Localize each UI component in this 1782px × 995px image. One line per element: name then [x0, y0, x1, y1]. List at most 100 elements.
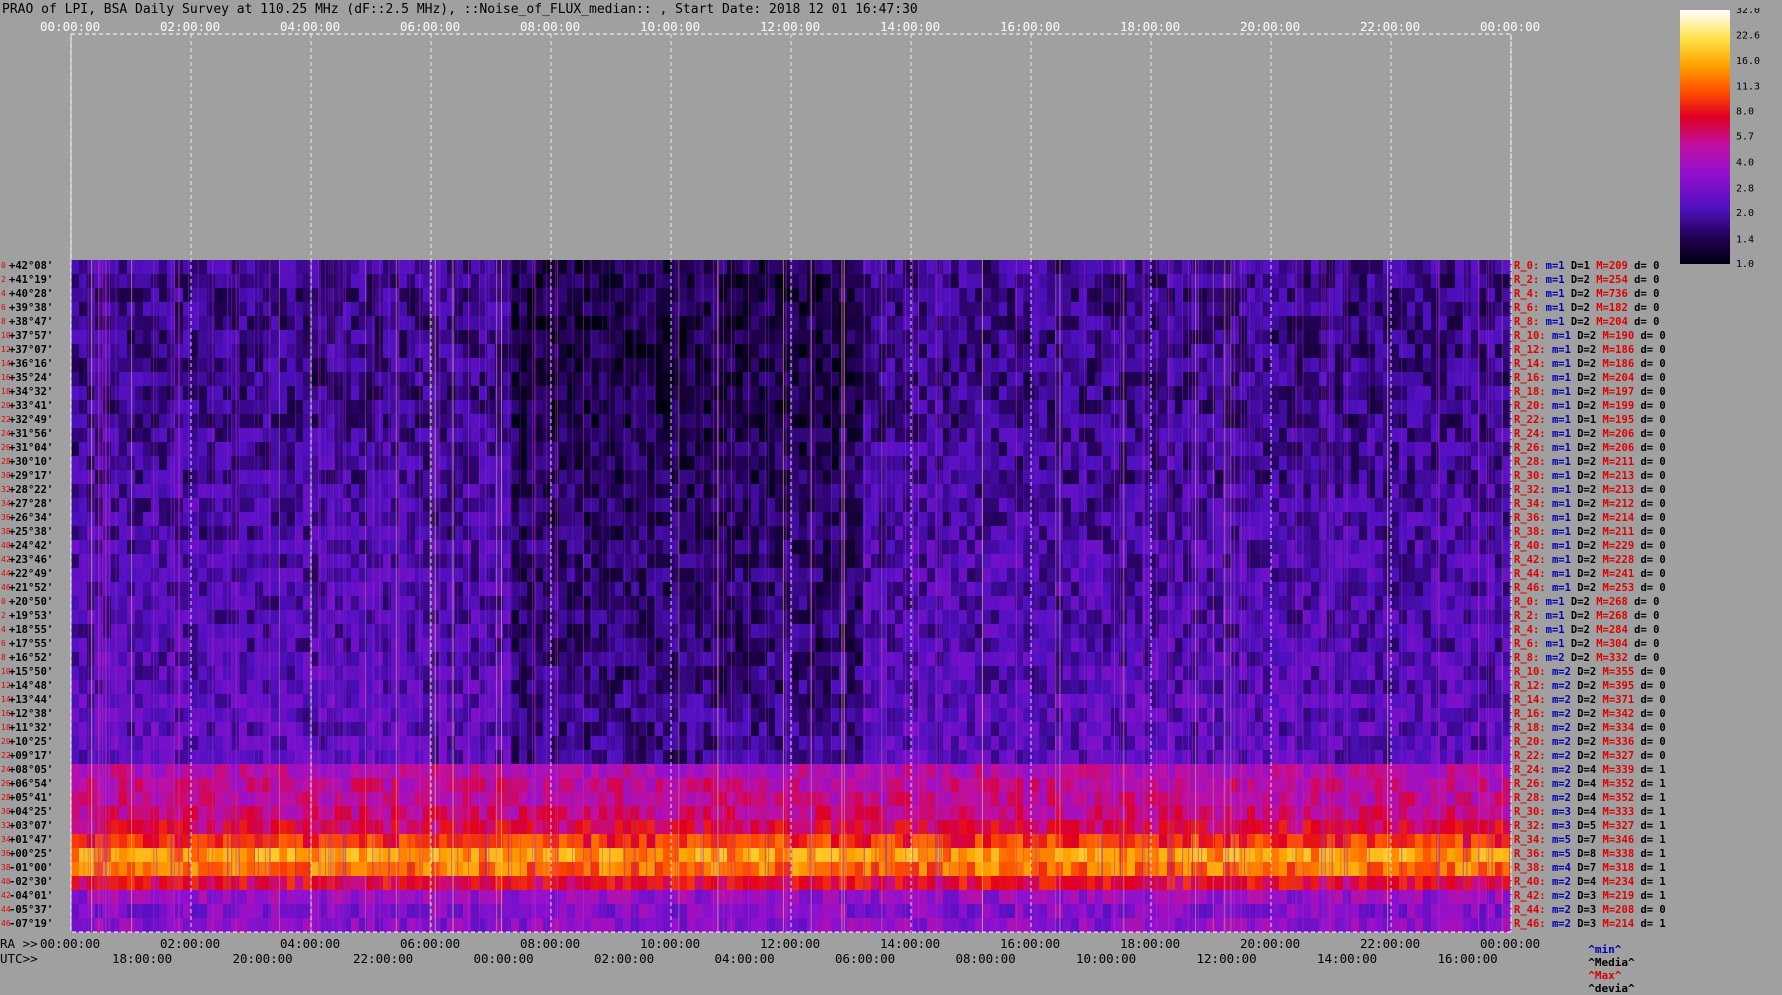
heatmap-cell [447, 498, 455, 512]
heatmap-cell [1239, 414, 1247, 428]
heatmap-cell [527, 302, 535, 316]
heatmap-cell [1303, 414, 1311, 428]
heatmap-cell [383, 526, 391, 540]
heatmap-cell [1375, 526, 1383, 540]
heatmap-cell [1271, 316, 1279, 330]
heatmap-cell [703, 540, 711, 554]
heatmap-cell [1127, 526, 1135, 540]
heatmap-cell [759, 414, 767, 428]
heatmap-cell [415, 582, 423, 596]
heatmap-cell [1087, 302, 1095, 316]
heatmap-cell [463, 624, 471, 638]
heatmap-cell [1255, 274, 1263, 288]
heatmap-cell [1335, 358, 1343, 372]
heatmap-cell [1151, 456, 1159, 470]
heatmap-cell [647, 554, 655, 568]
heatmap-cell [983, 610, 991, 624]
heatmap-cell [311, 260, 319, 274]
heatmap-cell [1151, 596, 1159, 610]
heatmap-cell [1183, 344, 1191, 358]
heatmap-cell [1175, 372, 1183, 386]
heatmap-cell [415, 442, 423, 456]
heatmap-cell [751, 456, 759, 470]
heatmap-cell [1007, 260, 1015, 274]
heatmap-cell [1215, 498, 1223, 512]
heatmap-cell [1047, 470, 1055, 484]
heatmap-cell [1031, 442, 1039, 456]
heatmap-cell [143, 414, 151, 428]
heatmap-cell [1375, 596, 1383, 610]
heatmap-cell [399, 596, 407, 610]
heatmap-cell [855, 554, 863, 568]
heatmap-cell [759, 498, 767, 512]
heatmap-cell [1311, 274, 1319, 288]
heatmap-cell [239, 610, 247, 624]
heatmap-cell [463, 610, 471, 624]
heatmap-cell [399, 344, 407, 358]
heatmap-cell [71, 568, 79, 582]
heatmap-cell [1431, 526, 1439, 540]
heatmap-cell [1255, 498, 1263, 512]
heatmap-cell [303, 498, 311, 512]
heatmap-cell [175, 456, 183, 470]
heatmap-cell [231, 540, 239, 554]
heatmap-cell [967, 344, 975, 358]
heatmap-cell [1151, 540, 1159, 554]
heatmap-cell [655, 624, 663, 638]
heatmap-cell [183, 372, 191, 386]
heatmap-cell [1455, 428, 1463, 442]
heatmap-cell [775, 344, 783, 358]
heatmap-cell [287, 470, 295, 484]
heatmap-cell [1239, 260, 1247, 274]
heatmap-cell [983, 484, 991, 498]
heatmap-cell [1039, 512, 1047, 526]
heatmap-cell [1031, 512, 1039, 526]
heatmap-cell [175, 540, 183, 554]
heatmap-cell [1023, 470, 1031, 484]
heatmap-cell [527, 554, 535, 568]
heatmap-cell [1263, 596, 1271, 610]
heatmap-cell [279, 484, 287, 498]
heatmap-cell [447, 456, 455, 470]
heatmap-cell [143, 288, 151, 302]
heatmap-cell [1159, 288, 1167, 302]
heatmap-cell [1471, 456, 1479, 470]
heatmap-cell [1247, 372, 1255, 386]
heatmap-cell [1111, 540, 1119, 554]
heatmap-cell [487, 302, 495, 316]
heatmap-cell [111, 610, 119, 624]
heatmap-cell [983, 316, 991, 330]
heatmap-cell [543, 386, 551, 400]
heatmap-cell [1007, 484, 1015, 498]
heatmap-cell [447, 568, 455, 582]
heatmap-cell [743, 344, 751, 358]
heatmap-cell [391, 344, 399, 358]
heatmap-cell [1415, 442, 1423, 456]
heatmap-cell [159, 498, 167, 512]
heatmap-cell [527, 316, 535, 330]
heatmap-cell [1087, 596, 1095, 610]
heatmap-cell [1151, 512, 1159, 526]
heatmap-cell [71, 400, 79, 414]
heatmap-cell [1359, 484, 1367, 498]
heatmap-cell [743, 554, 751, 568]
heatmap-cell [815, 302, 823, 316]
heatmap-cell [815, 554, 823, 568]
heatmap-cell [1023, 302, 1031, 316]
heatmap-cell [1455, 386, 1463, 400]
heatmap-cell [1047, 568, 1055, 582]
heatmap-cell [751, 428, 759, 442]
heatmap-cell [567, 470, 575, 484]
heatmap-cell [1103, 442, 1111, 456]
heatmap-cell [663, 316, 671, 330]
heatmap-cell [1431, 414, 1439, 428]
heatmap-cell [1255, 470, 1263, 484]
heatmap-cell [895, 428, 903, 442]
heatmap-cell [375, 526, 383, 540]
heatmap-cell [855, 386, 863, 400]
heatmap-cell [71, 484, 79, 498]
heatmap-cell [1247, 358, 1255, 372]
heatmap-cell [415, 610, 423, 624]
heatmap-cell [391, 260, 399, 274]
heatmap-cell [1351, 274, 1359, 288]
